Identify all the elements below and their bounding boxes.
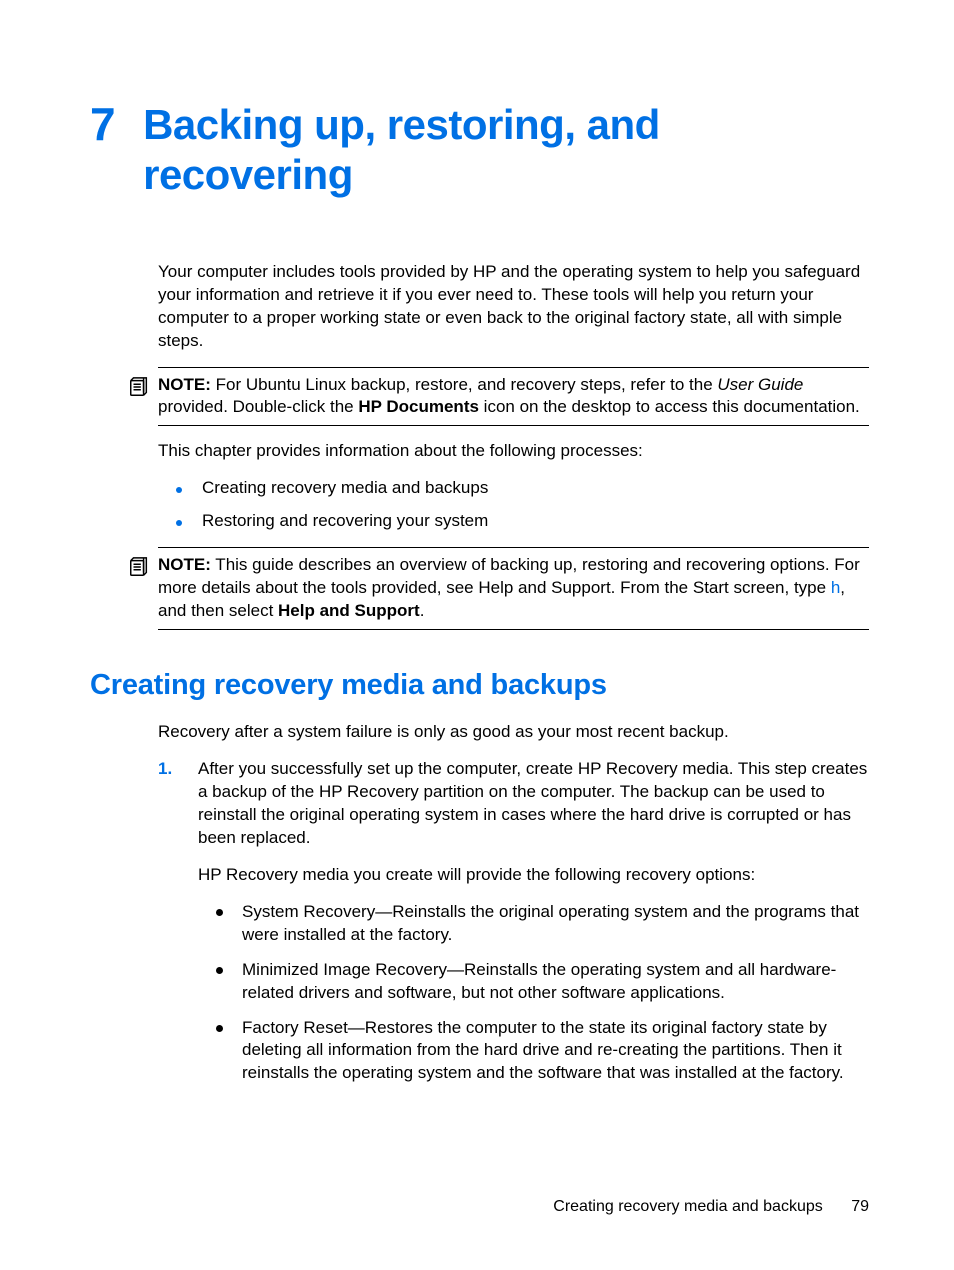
note1-pre: For Ubuntu Linux backup, restore, and re… (211, 375, 717, 394)
list-item: System Recovery—Reinstalls the original … (198, 901, 869, 947)
note2-bold: Help and Support (278, 601, 420, 620)
document-page: 7 Backing up, restoring, and recovering … (0, 0, 954, 1270)
list-item: Creating recovery media and backups (158, 477, 869, 500)
chapter-heading: 7 Backing up, restoring, and recovering (90, 100, 869, 201)
section-intro: Recovery after a system failure is only … (158, 721, 869, 744)
intro-block: Your computer includes tools provided by… (158, 261, 869, 353)
note-icon (128, 556, 152, 585)
note2-h: h (831, 578, 840, 597)
step1-para1: After you successfully set up the comput… (198, 758, 869, 850)
note-icon (128, 376, 152, 405)
steps-list: After you successfully set up the comput… (158, 758, 869, 1085)
note2-post: . (420, 601, 425, 620)
list-item: Factory Reset—Restores the computer to t… (198, 1017, 869, 1086)
page-number: 79 (851, 1198, 869, 1215)
page-footer: Creating recovery media and backups 79 (553, 1196, 869, 1218)
processes-lead: This chapter provides information about … (158, 440, 869, 463)
list-item: Restoring and recovering your system (158, 510, 869, 533)
processes-block: This chapter provides information about … (158, 440, 869, 533)
section-body: Recovery after a system failure is only … (158, 721, 869, 1085)
intro-paragraph: Your computer includes tools provided by… (158, 261, 869, 353)
note1-post: icon on the desktop to access this docum… (479, 397, 860, 416)
note-text-2: NOTE: This guide describes an overview o… (158, 554, 869, 623)
section-title: Creating recovery media and backups (90, 666, 869, 705)
step1-para2: HP Recovery media you create will provid… (198, 864, 869, 887)
note-block-1: NOTE: For Ubuntu Linux backup, restore, … (158, 367, 869, 427)
note-text-1: NOTE: For Ubuntu Linux backup, restore, … (158, 374, 869, 420)
note2-pre: This guide describes an overview of back… (158, 555, 860, 597)
list-item: Minimized Image Recovery—Reinstalls the … (198, 959, 869, 1005)
note1-bold: HP Documents (358, 397, 479, 416)
chapter-title: Backing up, restoring, and recovering (143, 100, 869, 201)
processes-list: Creating recovery media and backups Rest… (158, 477, 869, 533)
note1-italic: User Guide (717, 375, 803, 394)
step-1: After you successfully set up the comput… (158, 758, 869, 1085)
recovery-options-list: System Recovery—Reinstalls the original … (198, 901, 869, 1086)
note1-mid: provided. Double-click the (158, 397, 358, 416)
note-label: NOTE: (158, 555, 211, 574)
note-block-2: NOTE: This guide describes an overview o… (158, 547, 869, 630)
note-label: NOTE: (158, 375, 211, 394)
footer-text: Creating recovery media and backups (553, 1198, 822, 1215)
chapter-number: 7 (90, 100, 115, 150)
